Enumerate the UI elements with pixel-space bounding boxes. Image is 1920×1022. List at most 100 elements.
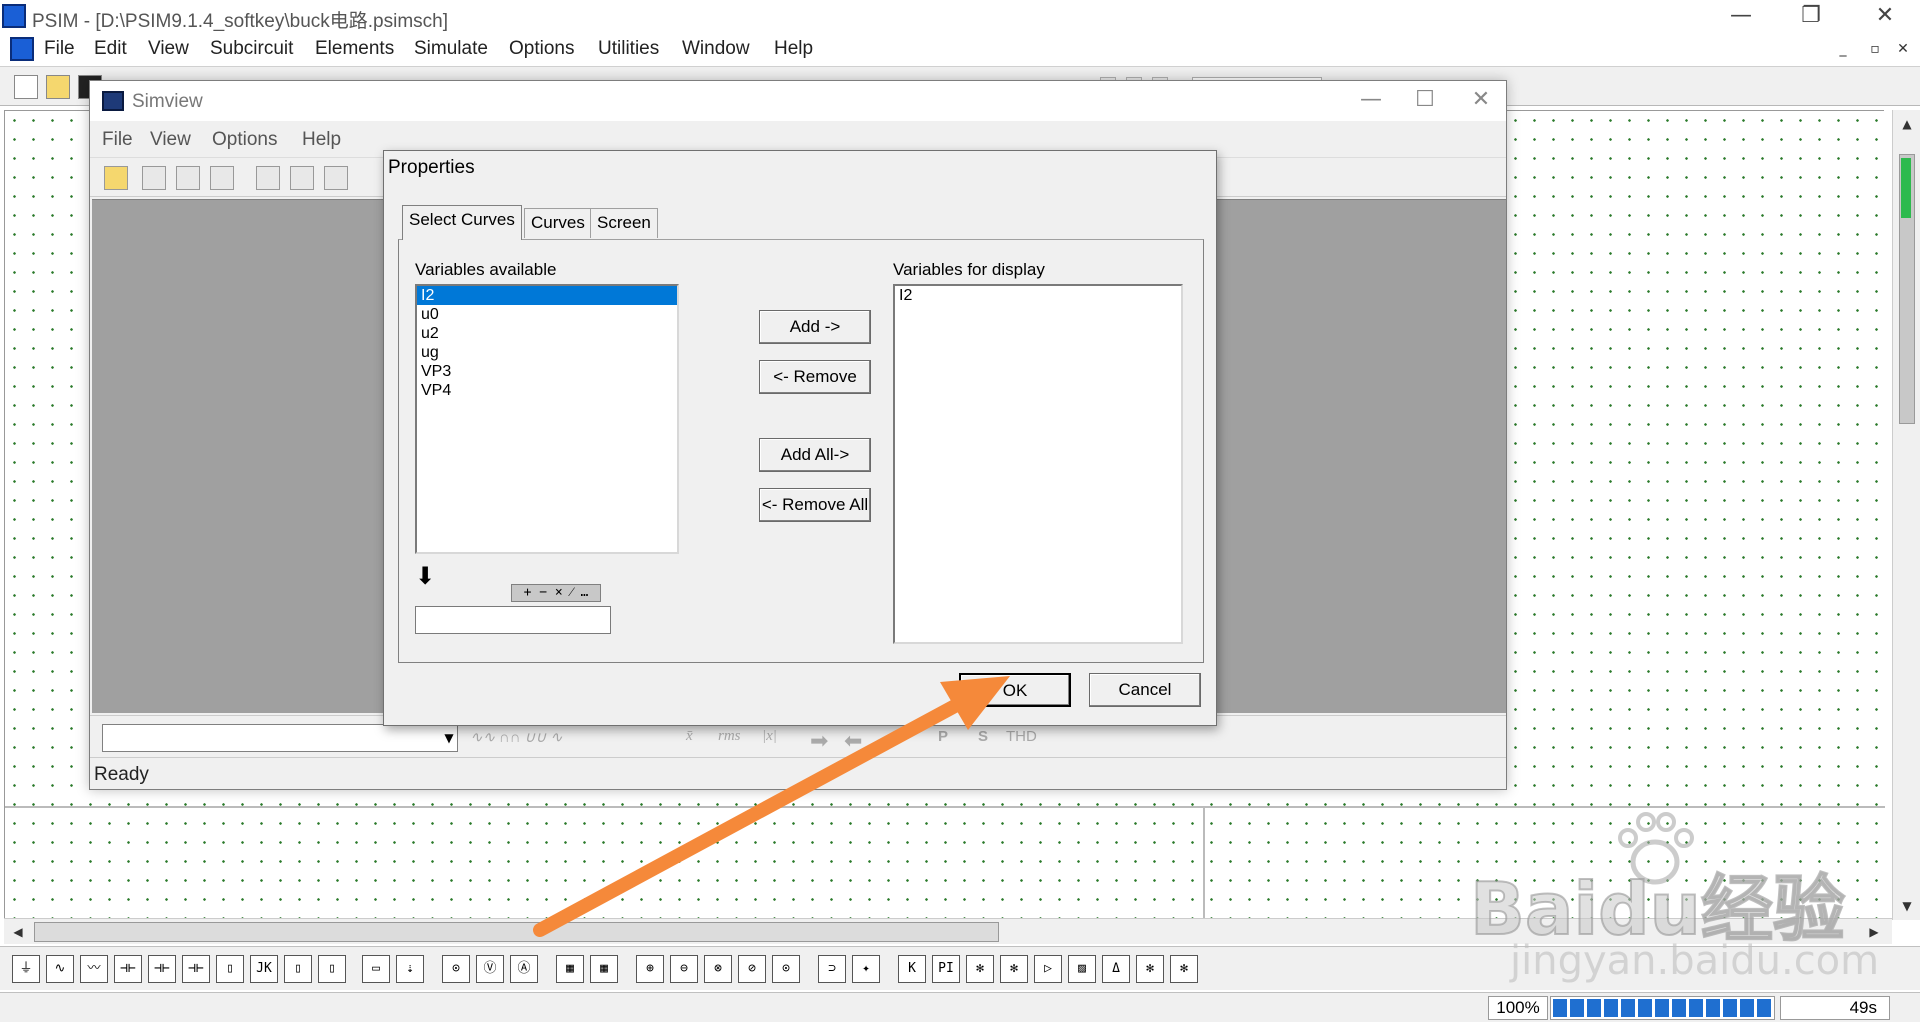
abs-icon[interactable]: |x| — [762, 728, 777, 745]
clipboard-icon[interactable] — [176, 166, 200, 190]
list-item[interactable]: VP4 — [417, 381, 677, 400]
simview-menu-view[interactable]: View — [150, 129, 191, 151]
element-icon[interactable]: ⊕ — [636, 955, 664, 983]
element-icon[interactable]: ⊃ — [818, 955, 846, 983]
element-icon[interactable]: Ⓥ — [476, 955, 504, 983]
average-icon[interactable]: x̄ — [686, 728, 693, 745]
simview-menu-help[interactable]: Help — [302, 129, 341, 151]
cancel-button[interactable]: Cancel — [1089, 673, 1201, 707]
open-folder-icon[interactable] — [104, 166, 128, 190]
list-item[interactable]: I2 — [417, 286, 677, 305]
menu-utilities[interactable]: Utilities — [598, 38, 659, 60]
element-icon[interactable]: ⊗ — [704, 955, 732, 983]
scroll-down-icon[interactable]: ▼ — [1897, 896, 1917, 916]
tab-screen[interactable]: Screen — [590, 208, 658, 238]
element-icon[interactable]: ⏚ — [12, 955, 40, 983]
element-icon[interactable]: K — [898, 955, 926, 983]
remove-all-button[interactable]: <- Remove All — [759, 488, 871, 522]
print-icon[interactable] — [142, 166, 166, 190]
arrow-right-icon[interactable]: ➡ — [810, 728, 828, 754]
scroll-up-icon[interactable]: ▲ — [1897, 114, 1917, 134]
element-icon[interactable]: ▯ — [216, 955, 244, 983]
scroll-thumb[interactable] — [34, 922, 999, 942]
undo-icon[interactable] — [210, 166, 234, 190]
power-icon[interactable]: P — [938, 728, 948, 745]
variables-available-list[interactable]: I2 u0 u2 ug VP3 VP4 — [415, 284, 679, 554]
menu-subcircuit[interactable]: Subcircuit — [210, 38, 293, 60]
element-icon[interactable]: ▯ — [318, 955, 346, 983]
element-icon[interactable]: ∿ — [46, 955, 74, 983]
horizontal-scrollbar[interactable]: ◀ ▶ — [4, 918, 1892, 944]
element-icon[interactable]: 〰 — [80, 955, 108, 983]
element-icon[interactable]: ▭ — [362, 955, 390, 983]
variables-for-display-list[interactable]: I2 — [893, 284, 1183, 644]
add-button[interactable]: Add -> — [759, 310, 871, 344]
remove-button[interactable]: <- Remove — [759, 360, 871, 394]
apparent-power-icon[interactable]: S — [978, 728, 988, 745]
cursor-icon[interactable] — [324, 166, 348, 190]
mdi-minimize-button[interactable]: _ — [1834, 40, 1852, 58]
list-item[interactable]: VP3 — [417, 362, 677, 381]
data-icon[interactable] — [256, 166, 280, 190]
menu-window[interactable]: Window — [682, 38, 750, 60]
mdi-close-button[interactable]: ✕ — [1894, 40, 1912, 58]
element-icon[interactable]: ✻ — [966, 955, 994, 983]
list-item[interactable]: u0 — [417, 305, 677, 324]
operator-strip[interactable]: + − × ⁄ … — [511, 584, 601, 602]
menu-file[interactable]: File — [44, 38, 75, 60]
list-item[interactable]: u2 — [417, 324, 677, 343]
menu-view[interactable]: View — [148, 38, 189, 60]
element-icon[interactable]: ✻ — [1170, 955, 1198, 983]
scroll-left-icon[interactable]: ◀ — [8, 922, 28, 942]
element-icon[interactable]: ▦ — [590, 955, 618, 983]
element-icon[interactable]: ▦ — [556, 955, 584, 983]
element-icon[interactable]: ▨ — [1068, 955, 1096, 983]
element-icon[interactable]: ⊣⊢ — [148, 955, 176, 983]
psim-minimize-button[interactable]: — — [1706, 0, 1776, 34]
mdi-restore-button[interactable]: ▫ — [1866, 40, 1884, 58]
open-folder-icon[interactable] — [46, 75, 70, 99]
element-icon[interactable]: ✦ — [852, 955, 880, 983]
element-icon[interactable]: ▯ — [284, 955, 312, 983]
add-all-button[interactable]: Add All-> — [759, 438, 871, 472]
element-icon[interactable]: ⊙ — [442, 955, 470, 983]
simview-menu-options[interactable]: Options — [212, 129, 277, 151]
element-icon[interactable]: ⊖ — [670, 955, 698, 983]
element-icon[interactable]: ⊣⊢ — [182, 955, 210, 983]
chevron-down-icon[interactable]: ▼ — [441, 726, 457, 750]
screen-icon[interactable] — [290, 166, 314, 190]
rms-icon[interactable]: rms — [718, 728, 741, 745]
expression-input[interactable] — [415, 606, 611, 634]
menu-options[interactable]: Options — [509, 38, 574, 60]
new-file-icon[interactable] — [14, 75, 38, 99]
thd-icon[interactable]: THD — [1006, 728, 1037, 745]
psim-restore-button[interactable]: ❐ — [1776, 0, 1846, 34]
simview-close-button[interactable]: ✕ — [1446, 84, 1516, 118]
element-icon[interactable]: ▷ — [1034, 955, 1062, 983]
variable-combo[interactable]: ▼ — [102, 724, 458, 752]
scroll-right-icon[interactable]: ▶ — [1864, 922, 1884, 942]
ok-button[interactable]: OK — [959, 673, 1071, 707]
menu-elements[interactable]: Elements — [315, 38, 394, 60]
menu-edit[interactable]: Edit — [94, 38, 127, 60]
waveform-icon[interactable]: ∿∿ ∩∩ ∪∪ ∿ — [470, 728, 563, 747]
arrow-left-icon[interactable]: ⬅ — [844, 728, 862, 754]
simview-menu-file[interactable]: File — [102, 129, 133, 151]
menu-help[interactable]: Help — [774, 38, 813, 60]
list-item[interactable]: ug — [417, 343, 677, 362]
element-icon[interactable]: ⊣⊢ — [114, 955, 142, 983]
element-icon[interactable]: ⊘ — [738, 955, 766, 983]
psim-close-button[interactable]: ✕ — [1850, 0, 1920, 34]
element-icon[interactable]: JK — [250, 955, 278, 983]
element-icon[interactable]: ✻ — [1000, 955, 1028, 983]
element-icon[interactable]: PI — [932, 955, 960, 983]
element-icon[interactable]: ⇣ — [396, 955, 424, 983]
element-icon[interactable]: ✻ — [1136, 955, 1164, 983]
vertical-scrollbar[interactable]: ▲ ▼ — [1892, 110, 1920, 920]
menu-simulate[interactable]: Simulate — [414, 38, 488, 60]
element-icon[interactable]: ⊙ — [772, 955, 800, 983]
tab-select-curves[interactable]: Select Curves — [402, 205, 522, 240]
list-item[interactable]: I2 — [895, 286, 1181, 305]
tab-curves[interactable]: Curves — [524, 208, 592, 238]
element-icon[interactable]: Ⓐ — [510, 955, 538, 983]
